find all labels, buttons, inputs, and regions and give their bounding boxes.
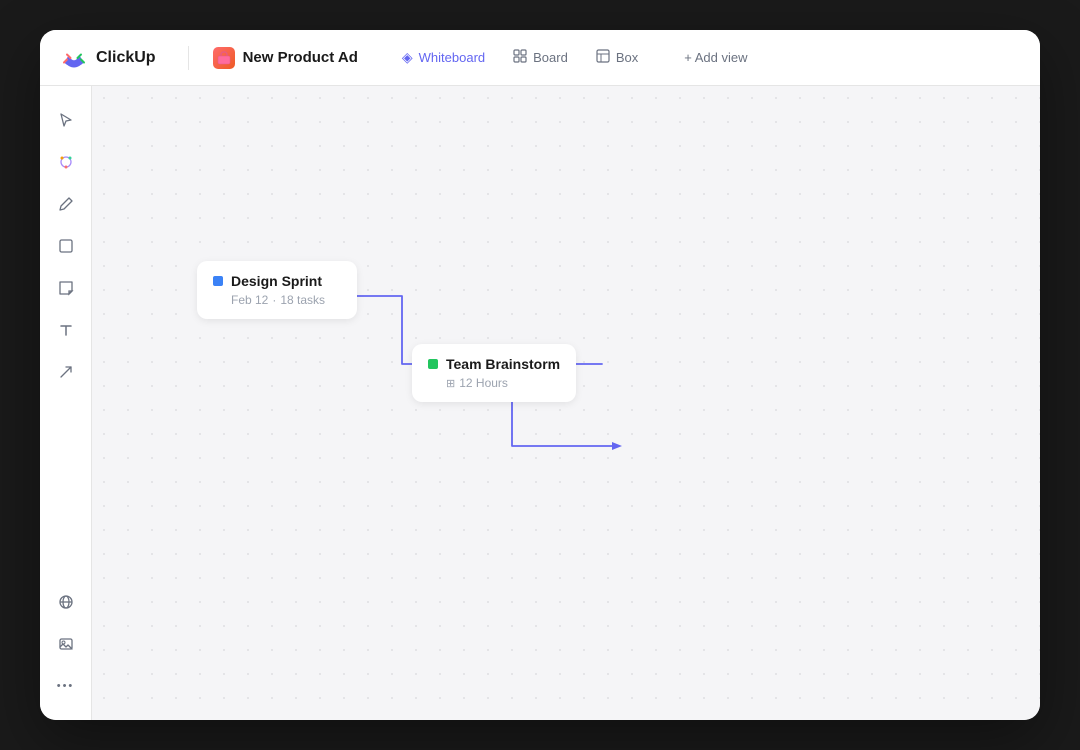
rectangle-tool[interactable] bbox=[48, 228, 84, 264]
card-date: Feb 12 bbox=[231, 293, 268, 307]
connector-tool[interactable] bbox=[48, 354, 84, 390]
tab-board[interactable]: Board bbox=[501, 43, 580, 72]
project-title-area[interactable]: New Product Ad bbox=[213, 47, 358, 69]
sticky-tool[interactable] bbox=[48, 270, 84, 306]
more-tools[interactable]: ••• bbox=[48, 668, 84, 704]
left-toolbar: ••• bbox=[40, 86, 92, 720]
pen-tool[interactable] bbox=[48, 186, 84, 222]
card-meta-1: Feb 12 · 18 tasks bbox=[213, 293, 341, 307]
logo-area: ClickUp bbox=[60, 44, 156, 72]
logo-text: ClickUp bbox=[96, 49, 156, 67]
cursor-tool[interactable] bbox=[48, 102, 84, 138]
card-meta-separator: · bbox=[272, 293, 276, 307]
card-hours: 12 Hours bbox=[459, 376, 508, 390]
image-tool[interactable] bbox=[48, 626, 84, 662]
text-tool[interactable] bbox=[48, 312, 84, 348]
tab-box[interactable]: Box bbox=[584, 43, 650, 72]
card-header-1: Design Sprint bbox=[213, 273, 341, 289]
main-content: ••• Design Sprint Feb 12 · bbox=[40, 86, 1040, 720]
card-dot-blue bbox=[213, 276, 223, 286]
whiteboard-tab-icon: ◈ bbox=[402, 49, 413, 66]
add-view-label: + Add view bbox=[684, 50, 747, 65]
canvas-area[interactable]: Design Sprint Feb 12 · 18 tasks Team Bra… bbox=[92, 86, 1040, 720]
box-tab-icon bbox=[596, 49, 610, 66]
card-header-2: Team Brainstorm bbox=[428, 356, 560, 372]
card-title-1: Design Sprint bbox=[231, 273, 322, 289]
ai-tool[interactable] bbox=[48, 144, 84, 180]
tab-whiteboard[interactable]: ◈ Whiteboard bbox=[390, 43, 497, 72]
box-tab-label: Box bbox=[616, 50, 638, 65]
card-title-2: Team Brainstorm bbox=[446, 356, 560, 372]
clickup-logo-icon bbox=[60, 44, 88, 72]
connector-svg bbox=[92, 86, 1040, 720]
globe-tool[interactable] bbox=[48, 584, 84, 620]
app-window: ClickUp New Product Ad ◈ Whiteboard bbox=[40, 30, 1040, 720]
design-sprint-card[interactable]: Design Sprint Feb 12 · 18 tasks bbox=[197, 261, 357, 319]
card-meta-icon: ⊞ bbox=[446, 377, 455, 390]
board-tab-icon bbox=[513, 49, 527, 66]
card-dot-green bbox=[428, 359, 438, 369]
nav-tabs: ◈ Whiteboard Board bbox=[390, 43, 650, 72]
project-icon bbox=[213, 47, 235, 69]
card-tasks: 18 tasks bbox=[280, 293, 325, 307]
card-meta-2: ⊞ 12 Hours bbox=[428, 376, 560, 390]
header-divider bbox=[188, 46, 189, 70]
board-tab-label: Board bbox=[533, 50, 568, 65]
header: ClickUp New Product Ad ◈ Whiteboard bbox=[40, 30, 1040, 86]
whiteboard-tab-label: Whiteboard bbox=[419, 50, 485, 65]
project-title: New Product Ad bbox=[243, 49, 358, 66]
team-brainstorm-card[interactable]: Team Brainstorm ⊞ 12 Hours bbox=[412, 344, 576, 402]
add-view-button[interactable]: + Add view bbox=[674, 44, 757, 71]
